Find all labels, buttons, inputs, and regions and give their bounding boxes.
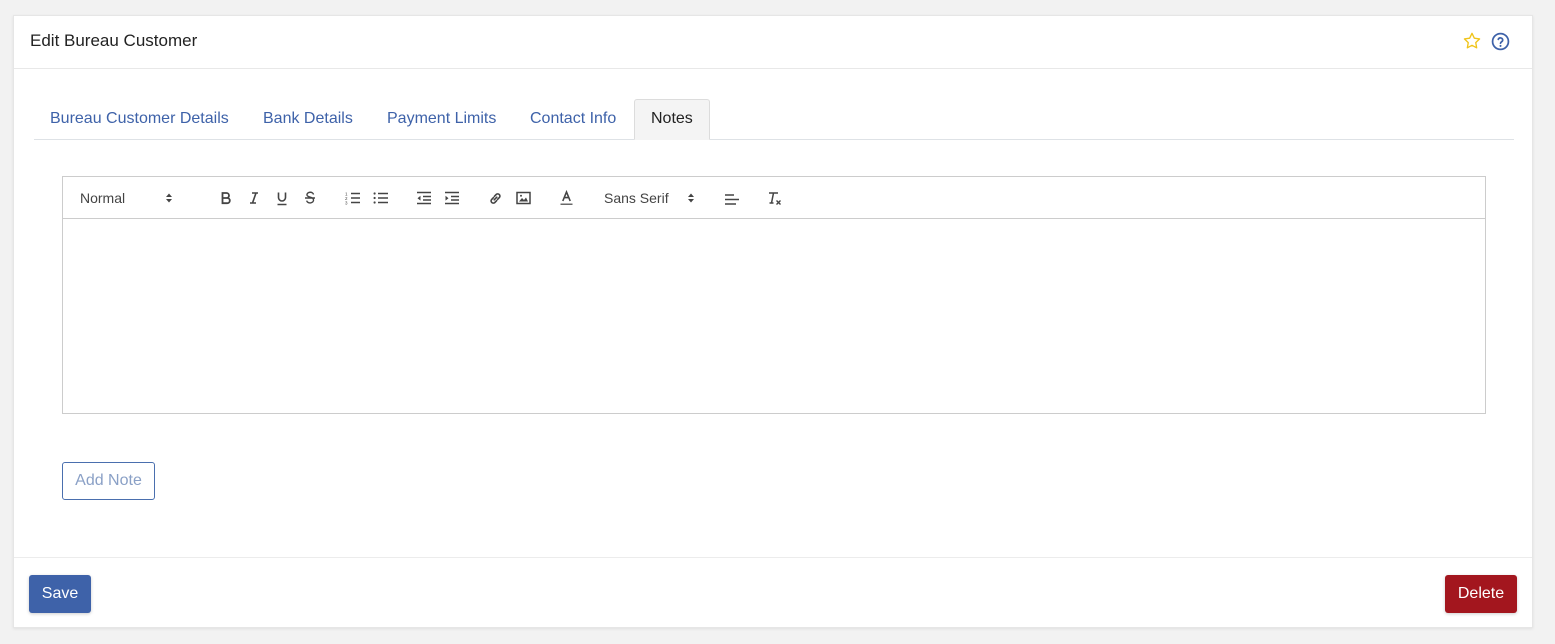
bold-icon[interactable] [216, 187, 236, 209]
image-icon[interactable] [513, 187, 533, 209]
header-icons [1462, 31, 1510, 51]
tab-bank-details[interactable]: Bank Details [247, 99, 369, 140]
bullet-list-icon[interactable] [371, 187, 391, 209]
svg-text:3: 3 [345, 201, 348, 206]
star-icon[interactable] [1462, 31, 1482, 51]
card-header: Edit Bureau Customer [14, 16, 1532, 69]
save-button[interactable]: Save [29, 575, 91, 613]
select-arrows-icon [165, 192, 173, 204]
add-note-button[interactable]: Add Note [62, 462, 155, 500]
tab-bureau-customer-details[interactable]: Bureau Customer Details [34, 99, 245, 140]
edit-bureau-customer-card: Edit Bureau Customer Bureau Customer Det… [13, 15, 1533, 628]
underline-icon[interactable] [272, 187, 292, 209]
notes-editor: Normal 123 Sans Serif [62, 176, 1486, 414]
link-icon[interactable] [485, 187, 505, 209]
font-select-value: Sans Serif [604, 190, 669, 206]
heading-select-value: Normal [80, 190, 126, 206]
tab-notes[interactable]: Notes [634, 99, 710, 140]
tab-contact-info[interactable]: Contact Info [514, 99, 632, 140]
help-icon[interactable] [1490, 31, 1510, 51]
clear-format-icon[interactable] [765, 187, 785, 209]
outdent-icon[interactable] [414, 187, 434, 209]
tab-payment-limits[interactable]: Payment Limits [371, 99, 512, 140]
card-footer: Save Delete [14, 557, 1532, 629]
font-select[interactable]: Sans Serif [604, 187, 695, 209]
heading-select[interactable]: Normal [80, 187, 173, 209]
strike-icon[interactable] [300, 187, 320, 209]
select-arrows-icon [687, 192, 695, 204]
align-icon[interactable] [722, 187, 742, 209]
delete-button[interactable]: Delete [1445, 575, 1517, 613]
page-title: Edit Bureau Customer [30, 31, 198, 50]
text-color-icon[interactable] [556, 187, 576, 209]
editor-toolbar: Normal 123 Sans Serif [63, 177, 1485, 219]
indent-icon[interactable] [442, 187, 462, 209]
notes-textarea[interactable] [63, 219, 1485, 414]
ordered-list-icon[interactable]: 123 [343, 187, 363, 209]
tab-bar: Bureau Customer Details Bank Details Pay… [34, 99, 1514, 140]
italic-icon[interactable] [244, 187, 264, 209]
